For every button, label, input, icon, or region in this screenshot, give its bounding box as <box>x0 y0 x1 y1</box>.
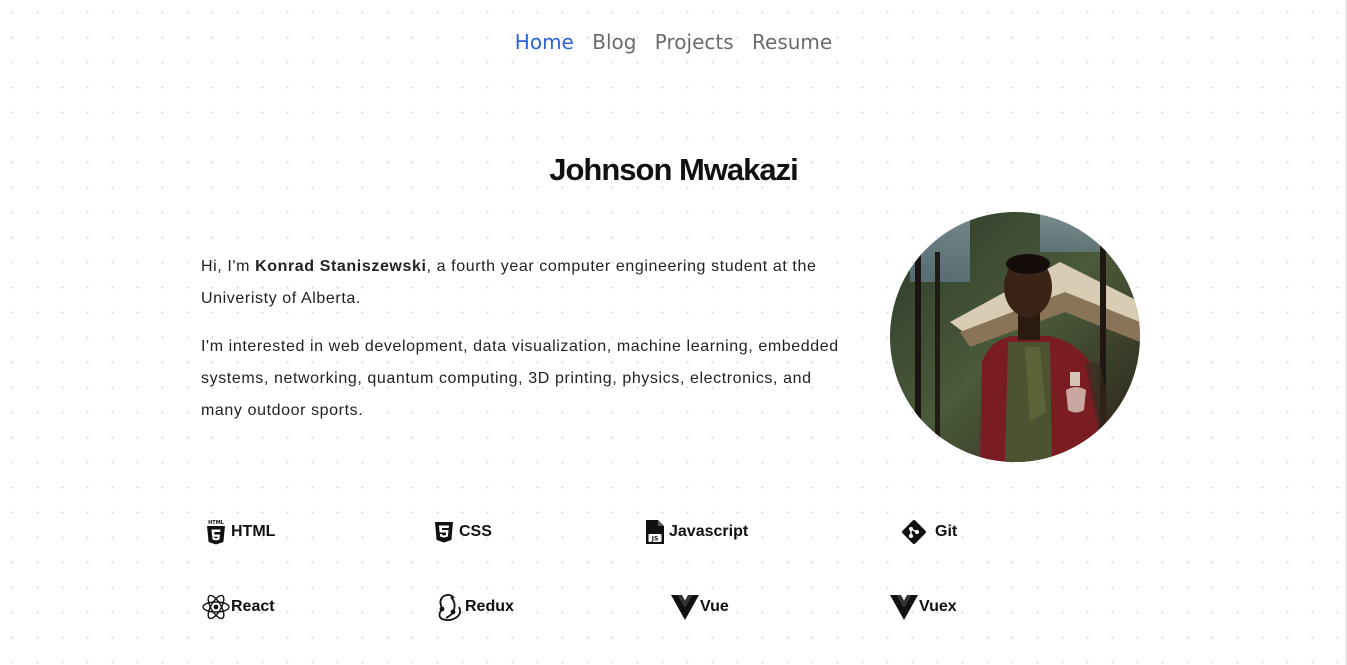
bio-intro-prefix: Hi, I'm <box>201 258 256 275</box>
css3-icon <box>433 520 455 544</box>
skill-vue: Vue <box>670 590 729 624</box>
skill-label: Vuex <box>919 598 957 615</box>
skill-git: Git <box>901 515 957 549</box>
nav-link-projects[interactable]: Projects <box>655 30 734 54</box>
skill-react: React <box>201 590 275 624</box>
skill-redux: Redux <box>433 590 514 624</box>
skill-javascript: JS Javascript <box>645 515 748 549</box>
html5-icon: HTML <box>205 519 227 545</box>
skill-html: HTML HTML <box>205 515 275 549</box>
skill-label: HTML <box>231 523 276 540</box>
avatar <box>890 212 1140 462</box>
bio-author-name: Konrad Staniszewski <box>255 258 427 275</box>
skill-css: CSS <box>433 515 492 549</box>
svg-text:JS: JS <box>651 536 659 543</box>
bio-interests-paragraph: I'm interested in web development, data … <box>201 338 839 419</box>
git-icon <box>901 519 927 545</box>
react-icon <box>201 593 231 621</box>
skill-label: Git <box>935 523 958 540</box>
page-title: Johnson Mwakazi <box>549 152 799 187</box>
skill-label: Redux <box>465 598 514 615</box>
nav-link-resume[interactable]: Resume <box>752 30 832 54</box>
profile-photo <box>890 212 1140 462</box>
nav-link-home[interactable]: Home <box>515 30 574 54</box>
skill-vuex: Vuex <box>889 590 957 624</box>
skill-label: CSS <box>459 523 492 540</box>
vue-icon <box>670 593 700 621</box>
svg-text:HTML: HTML <box>208 520 225 526</box>
bio-section: Hi, I'm Konrad Staniszewski, a fourth ye… <box>201 251 851 443</box>
javascript-file-icon: JS <box>645 519 665 545</box>
redux-icon <box>433 592 465 622</box>
bio-intro-paragraph: Hi, I'm Konrad Staniszewski, a fourth ye… <box>201 251 851 315</box>
top-navigation: Home Blog Projects Resume <box>0 30 1347 54</box>
skill-label: React <box>231 598 275 615</box>
skill-label: Javascript <box>669 523 749 540</box>
skill-label: Vue <box>700 598 729 615</box>
nav-link-blog[interactable]: Blog <box>592 30 636 54</box>
vue-icon <box>889 593 919 621</box>
